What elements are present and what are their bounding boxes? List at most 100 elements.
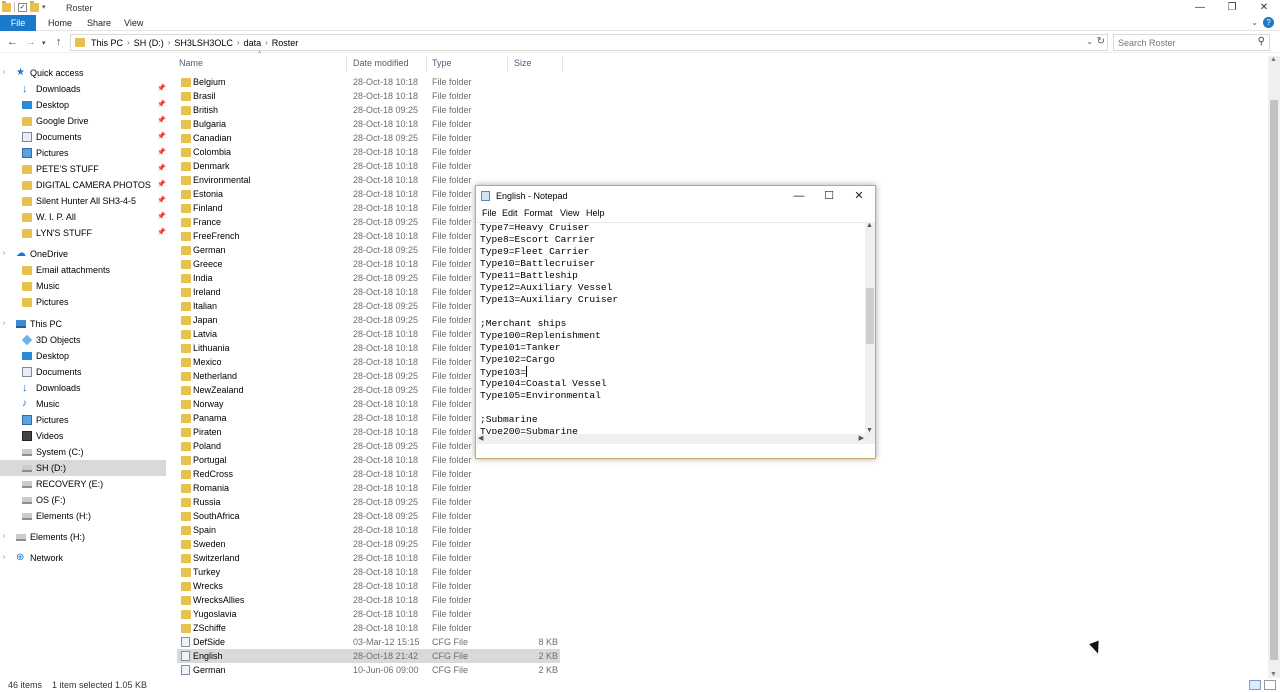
- file-row[interactable]: German 10-Jun-06 09:00 CFG File 2 KB: [177, 663, 560, 677]
- file-row[interactable]: Yugoslavia 28-Oct-18 10:18 File folder: [177, 607, 560, 621]
- sidebar-item[interactable]: Google Drive 📌: [0, 113, 166, 129]
- file-row[interactable]: British 28-Oct-18 09:25 File folder: [177, 103, 560, 117]
- back-arrow-icon[interactable]: ←: [7, 35, 18, 49]
- sidebar-item[interactable]: Videos: [0, 428, 166, 444]
- sidebar-item[interactable]: W. I. P. All 📌: [0, 209, 166, 225]
- pin-icon[interactable]: 📌: [157, 81, 166, 97]
- expand-chevron-icon[interactable]: ›: [3, 529, 5, 545]
- help-icon[interactable]: ?: [1263, 17, 1274, 28]
- sidebar-item[interactable]: ↓ Downloads: [0, 380, 166, 396]
- sidebar-item[interactable]: › ★ Quick access: [0, 65, 166, 81]
- file-row[interactable]: Switzerland 28-Oct-18 10:18 File folder: [177, 551, 560, 565]
- breadcrumb-item[interactable]: Roster: [272, 37, 299, 49]
- breadcrumb-item[interactable]: SH (D:): [134, 37, 164, 49]
- sidebar-item[interactable]: ↓ Downloads 📌: [0, 81, 166, 97]
- scroll-up-icon[interactable]: ▲: [866, 222, 873, 229]
- file-row[interactable]: SouthAfrica 28-Oct-18 09:25 File folder: [177, 509, 560, 523]
- file-row[interactable]: Wrecks 28-Oct-18 10:18 File folder: [177, 579, 560, 593]
- file-row[interactable]: Canadian 28-Oct-18 09:25 File folder: [177, 131, 560, 145]
- up-arrow-icon[interactable]: ↑: [56, 35, 62, 49]
- breadcrumb-item[interactable]: data: [244, 37, 262, 49]
- expand-chevron-icon[interactable]: ›: [3, 550, 5, 566]
- forward-arrow-icon[interactable]: →: [25, 35, 36, 49]
- sidebar-item[interactable]: Elements (H:): [0, 508, 166, 524]
- file-row[interactable]: Belgium 28-Oct-18 10:18 File folder: [177, 75, 560, 89]
- sidebar-item[interactable]: SH (D:): [0, 460, 166, 476]
- sidebar-item[interactable]: OS (F:): [0, 492, 166, 508]
- sidebar-item[interactable]: System (C:): [0, 444, 166, 460]
- sidebar-item[interactable]: PETE'S STUFF 📌: [0, 161, 166, 177]
- file-row[interactable]: Spain 28-Oct-18 10:18 File folder: [177, 523, 560, 537]
- pin-icon[interactable]: 📌: [157, 97, 166, 113]
- tab-home[interactable]: Home: [40, 15, 80, 31]
- sidebar-item[interactable]: Pictures: [0, 412, 166, 428]
- divider[interactable]: [346, 56, 347, 72]
- pin-icon[interactable]: 📌: [157, 177, 166, 193]
- sidebar-item[interactable]: Pictures 📌: [0, 145, 166, 161]
- sidebar-item[interactable]: Silent Hunter All SH3-4-5 📌: [0, 193, 166, 209]
- pin-icon[interactable]: 📌: [157, 209, 166, 225]
- close-button[interactable]: ✕: [844, 188, 874, 204]
- divider[interactable]: [507, 56, 508, 72]
- file-row[interactable]: WrecksAllies 28-Oct-18 10:18 File folder: [177, 593, 560, 607]
- scrollbar[interactable]: ▲ ▼: [865, 222, 875, 434]
- tab-view[interactable]: View: [116, 15, 151, 31]
- properties-icon[interactable]: ✓: [18, 2, 27, 12]
- scroll-right-icon[interactable]: ▶: [859, 434, 864, 442]
- expand-chevron-icon[interactable]: ›: [3, 65, 5, 81]
- chevron-right-icon[interactable]: ›: [168, 37, 171, 49]
- notepad-title-bar[interactable]: English - Notepad — ☐ ✕: [476, 186, 875, 206]
- divider[interactable]: [562, 56, 563, 72]
- scroll-thumb[interactable]: [866, 288, 874, 344]
- large-icons-view-icon[interactable]: [1264, 680, 1276, 690]
- pin-icon[interactable]: 📌: [157, 161, 166, 177]
- details-view-icon[interactable]: [1249, 680, 1261, 690]
- breadcrumb[interactable]: This PC › SH (D:) › SH3LSH3OLC › data › Roster: [91, 37, 298, 49]
- sidebar-item[interactable]: Music: [0, 278, 166, 294]
- minimize-button[interactable]: —: [784, 188, 814, 204]
- file-row[interactable]: Brasil 28-Oct-18 10:18 File folder: [177, 89, 560, 103]
- scroll-left-icon[interactable]: ◀: [478, 434, 483, 442]
- new-folder-icon[interactable]: [30, 0, 39, 12]
- column-name[interactable]: Name: [179, 58, 203, 68]
- menu-item-view[interactable]: View: [560, 208, 579, 218]
- divider[interactable]: [426, 56, 427, 72]
- menu-item-edit[interactable]: Edit: [502, 208, 518, 218]
- sidebar-item[interactable]: › This PC: [0, 316, 166, 332]
- tab-share[interactable]: Share: [79, 15, 119, 31]
- sidebar-item[interactable]: Documents: [0, 364, 166, 380]
- scroll-thumb[interactable]: [1270, 100, 1278, 660]
- sidebar-item[interactable]: › ☁ OneDrive: [0, 246, 166, 262]
- file-row[interactable]: Romania 28-Oct-18 10:18 File folder: [177, 481, 560, 495]
- sidebar-item[interactable]: ♪ Music: [0, 396, 166, 412]
- file-row[interactable]: Colombia 28-Oct-18 10:18 File folder: [177, 145, 560, 159]
- file-row[interactable]: Denmark 28-Oct-18 10:18 File folder: [177, 159, 560, 173]
- file-row[interactable]: Sweden 28-Oct-18 09:25 File folder: [177, 537, 560, 551]
- scrollbar[interactable]: ▲ ▼: [1268, 56, 1280, 678]
- file-row[interactable]: RedCross 28-Oct-18 10:18 File folder: [177, 467, 560, 481]
- sidebar-item[interactable]: Desktop 📌: [0, 97, 166, 113]
- pin-icon[interactable]: 📌: [157, 193, 166, 209]
- sidebar-item[interactable]: › ⊕ Network: [0, 550, 166, 566]
- sidebar-item[interactable]: Pictures: [0, 294, 166, 310]
- notepad-text-area[interactable]: Type7=Heavy Cruiser Type8=Escort Carrier T…: [477, 222, 865, 434]
- menu-item-format[interactable]: Format: [524, 208, 553, 218]
- breadcrumb-item[interactable]: SH3LSH3OLC: [174, 37, 233, 49]
- sidebar-item[interactable]: RECOVERY (E:): [0, 476, 166, 492]
- file-row[interactable]: DefSide 03-Mar-12 15:15 CFG File 8 KB: [177, 635, 560, 649]
- chevron-right-icon[interactable]: ›: [237, 37, 240, 49]
- refresh-icon[interactable]: ↻: [1097, 36, 1105, 47]
- sidebar-item[interactable]: DIGITAL CAMERA PHOTOS 📌: [0, 177, 166, 193]
- file-row[interactable]: ZSchiffe 28-Oct-18 10:18 File folder: [177, 621, 560, 635]
- pin-icon[interactable]: 📌: [157, 129, 166, 145]
- tab-file[interactable]: File: [0, 15, 36, 31]
- file-row[interactable]: Bulgaria 28-Oct-18 10:18 File folder: [177, 117, 560, 131]
- breadcrumb-item[interactable]: This PC: [91, 37, 123, 49]
- maximize-button[interactable]: ☐: [814, 188, 844, 204]
- sidebar-item[interactable]: Email attachments: [0, 262, 166, 278]
- file-row[interactable]: Turkey 28-Oct-18 10:18 File folder: [177, 565, 560, 579]
- menu-item-file[interactable]: File: [482, 208, 497, 218]
- menu-item-help[interactable]: Help: [586, 208, 605, 218]
- notepad-window[interactable]: English - Notepad — ☐ ✕ File Edit Format Vi…: [475, 185, 876, 459]
- scroll-down-icon[interactable]: ▼: [1270, 671, 1277, 678]
